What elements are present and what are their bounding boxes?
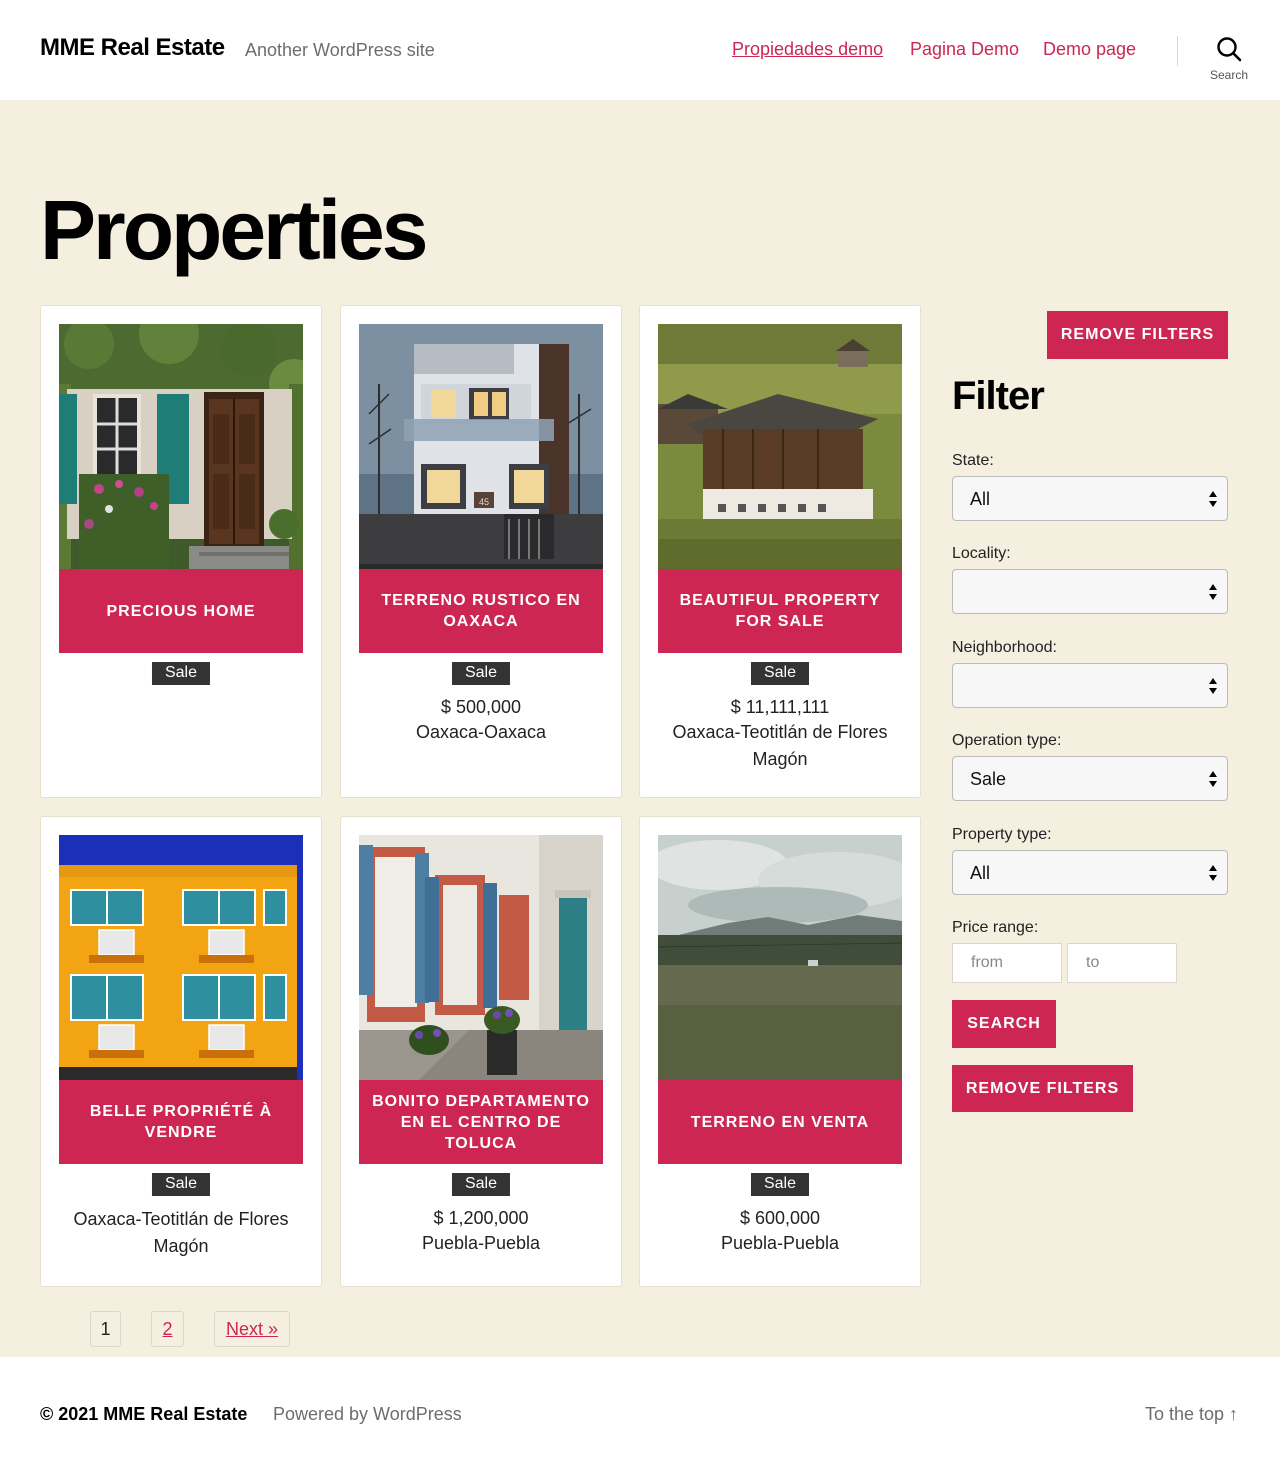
select-arrows-icon	[1209, 678, 1217, 694]
select-arrows-icon	[1209, 491, 1217, 507]
operation-type-select[interactable]: Sale	[952, 756, 1228, 801]
site-header: MME Real Estate Another WordPress site P…	[0, 0, 1280, 100]
property-image[interactable]	[359, 835, 603, 1080]
select-arrows-icon	[1209, 584, 1217, 600]
search-label: Search	[1209, 68, 1249, 82]
neighborhood-select[interactable]	[952, 663, 1228, 708]
nav-link-demo-page[interactable]: Demo page	[1043, 39, 1136, 60]
pagination-next[interactable]: Next »	[214, 1311, 290, 1347]
property-title-link[interactable]: TERRENO EN VENTA	[658, 1080, 902, 1164]
nav-divider	[1177, 36, 1178, 66]
property-title-link[interactable]: BELLE PROPRIÉTÉ À VENDRE	[59, 1080, 303, 1164]
remove-filters-button[interactable]: REMOVE FILTERS	[952, 1065, 1133, 1112]
operation-badge: Sale	[151, 662, 211, 685]
price-to-input[interactable]: to	[1067, 943, 1177, 983]
property-image[interactable]: 45	[359, 324, 603, 569]
state-select-value: All	[970, 489, 991, 509]
operation-badge: Sale	[750, 662, 810, 685]
property-image[interactable]	[658, 324, 902, 569]
property-image[interactable]	[59, 324, 303, 569]
property-location: Puebla-Puebla	[720, 1233, 840, 1253]
property-type-value: All	[970, 863, 991, 883]
property-info: Oaxaca-Teotitlán de Flores Magón	[51, 1206, 311, 1260]
to-the-top-link[interactable]: To the top ↑	[1145, 1404, 1238, 1425]
property-price: $ 11,111,111	[730, 697, 830, 717]
property-price: $ 600,000	[739, 1208, 821, 1228]
operation-badge: Sale	[451, 1173, 511, 1196]
property-info: $ 600,000 Puebla-Puebla	[650, 1206, 910, 1257]
property-location: Oaxaca-Teotitlán de Flores Magón	[672, 722, 888, 769]
operation-type-value: Sale	[970, 769, 1007, 789]
locality-select[interactable]	[952, 569, 1228, 614]
property-image[interactable]	[658, 835, 902, 1080]
property-price: $ 500,000	[440, 697, 522, 717]
search-button[interactable]: SEARCH	[952, 1000, 1056, 1048]
site-footer: © 2021 MME Real Estate Powered by WordPr…	[0, 1357, 1280, 1470]
property-card: TERRENO EN VENTA Sale $ 600,000 Puebla-P…	[639, 816, 921, 1287]
site-title[interactable]: MME Real Estate	[40, 34, 225, 62]
property-type-select[interactable]: All	[952, 850, 1228, 895]
filter-title: Filter	[952, 374, 1045, 418]
site-description: Another WordPress site	[245, 40, 435, 60]
neighborhood-label: Neighborhood:	[952, 639, 1057, 656]
operation-badge: Sale	[451, 662, 511, 685]
property-card: BELLE PROPRIÉTÉ À VENDRE Sale Oaxaca-Teo…	[40, 816, 322, 1287]
property-card: BONITO DEPARTAMENTO EN EL CENTRO DE TOLU…	[340, 816, 622, 1287]
select-arrows-icon	[1209, 771, 1217, 787]
property-title-link[interactable]: TERRENO RUSTICO EN OAXACA	[359, 569, 603, 653]
property-title-link[interactable]: BEAUTIFUL PROPERTY FOR SALE	[658, 569, 902, 653]
price-range-label: Price range:	[952, 919, 1039, 936]
property-location: Oaxaca-Teotitlán de Flores Magón	[73, 1209, 289, 1256]
property-card: 45 TERRENO RUSTICO EN OAXACA Sale $ 500,…	[340, 305, 622, 798]
search-toggle-button[interactable]: Search	[1200, 36, 1258, 86]
property-price: $ 1,200,000	[433, 1208, 529, 1228]
property-type-label: Property type:	[952, 826, 1052, 843]
locality-label: Locality:	[952, 545, 1011, 562]
nav-link-pagina-demo[interactable]: Pagina Demo	[910, 39, 1019, 60]
search-icon	[1217, 37, 1242, 62]
property-location: Puebla-Puebla	[421, 1233, 541, 1253]
svg-text:45: 45	[479, 497, 489, 507]
property-location: Oaxaca-Oaxaca	[415, 722, 547, 742]
operation-type-label: Operation type:	[952, 732, 1062, 749]
state-select[interactable]: All	[952, 476, 1228, 521]
property-title-link[interactable]: PRECIOUS HOME	[59, 569, 303, 653]
page-title: Properties	[40, 183, 428, 277]
property-image[interactable]	[59, 835, 303, 1080]
footer-powered-by[interactable]: Powered by WordPress	[273, 1404, 462, 1425]
operation-badge: Sale	[750, 1173, 810, 1196]
pagination-page-2[interactable]: 2	[151, 1311, 184, 1347]
property-card: BEAUTIFUL PROPERTY FOR SALE Sale $ 11,11…	[639, 305, 921, 798]
nav-link-propiedades-demo[interactable]: Propiedades demo	[732, 39, 883, 60]
property-info: $ 1,200,000 Puebla-Puebla	[351, 1206, 611, 1257]
footer-copyright[interactable]: © 2021 MME Real Estate	[40, 1404, 247, 1425]
property-title-link[interactable]: BONITO DEPARTAMENTO EN EL CENTRO DE TOLU…	[359, 1080, 603, 1164]
select-arrows-icon	[1209, 865, 1217, 881]
property-info: $ 500,000 Oaxaca-Oaxaca	[351, 695, 611, 746]
price-from-input[interactable]: from	[952, 943, 1062, 983]
state-label: State:	[952, 452, 994, 469]
pagination-current: 1	[90, 1311, 121, 1347]
remove-filters-button[interactable]: REMOVE FILTERS	[1047, 311, 1228, 359]
property-info: $ 11,111,111 Oaxaca-Teotitlán de Flores …	[650, 695, 910, 773]
operation-badge: Sale	[151, 1173, 211, 1196]
property-card: PRECIOUS HOME Sale	[40, 305, 322, 798]
